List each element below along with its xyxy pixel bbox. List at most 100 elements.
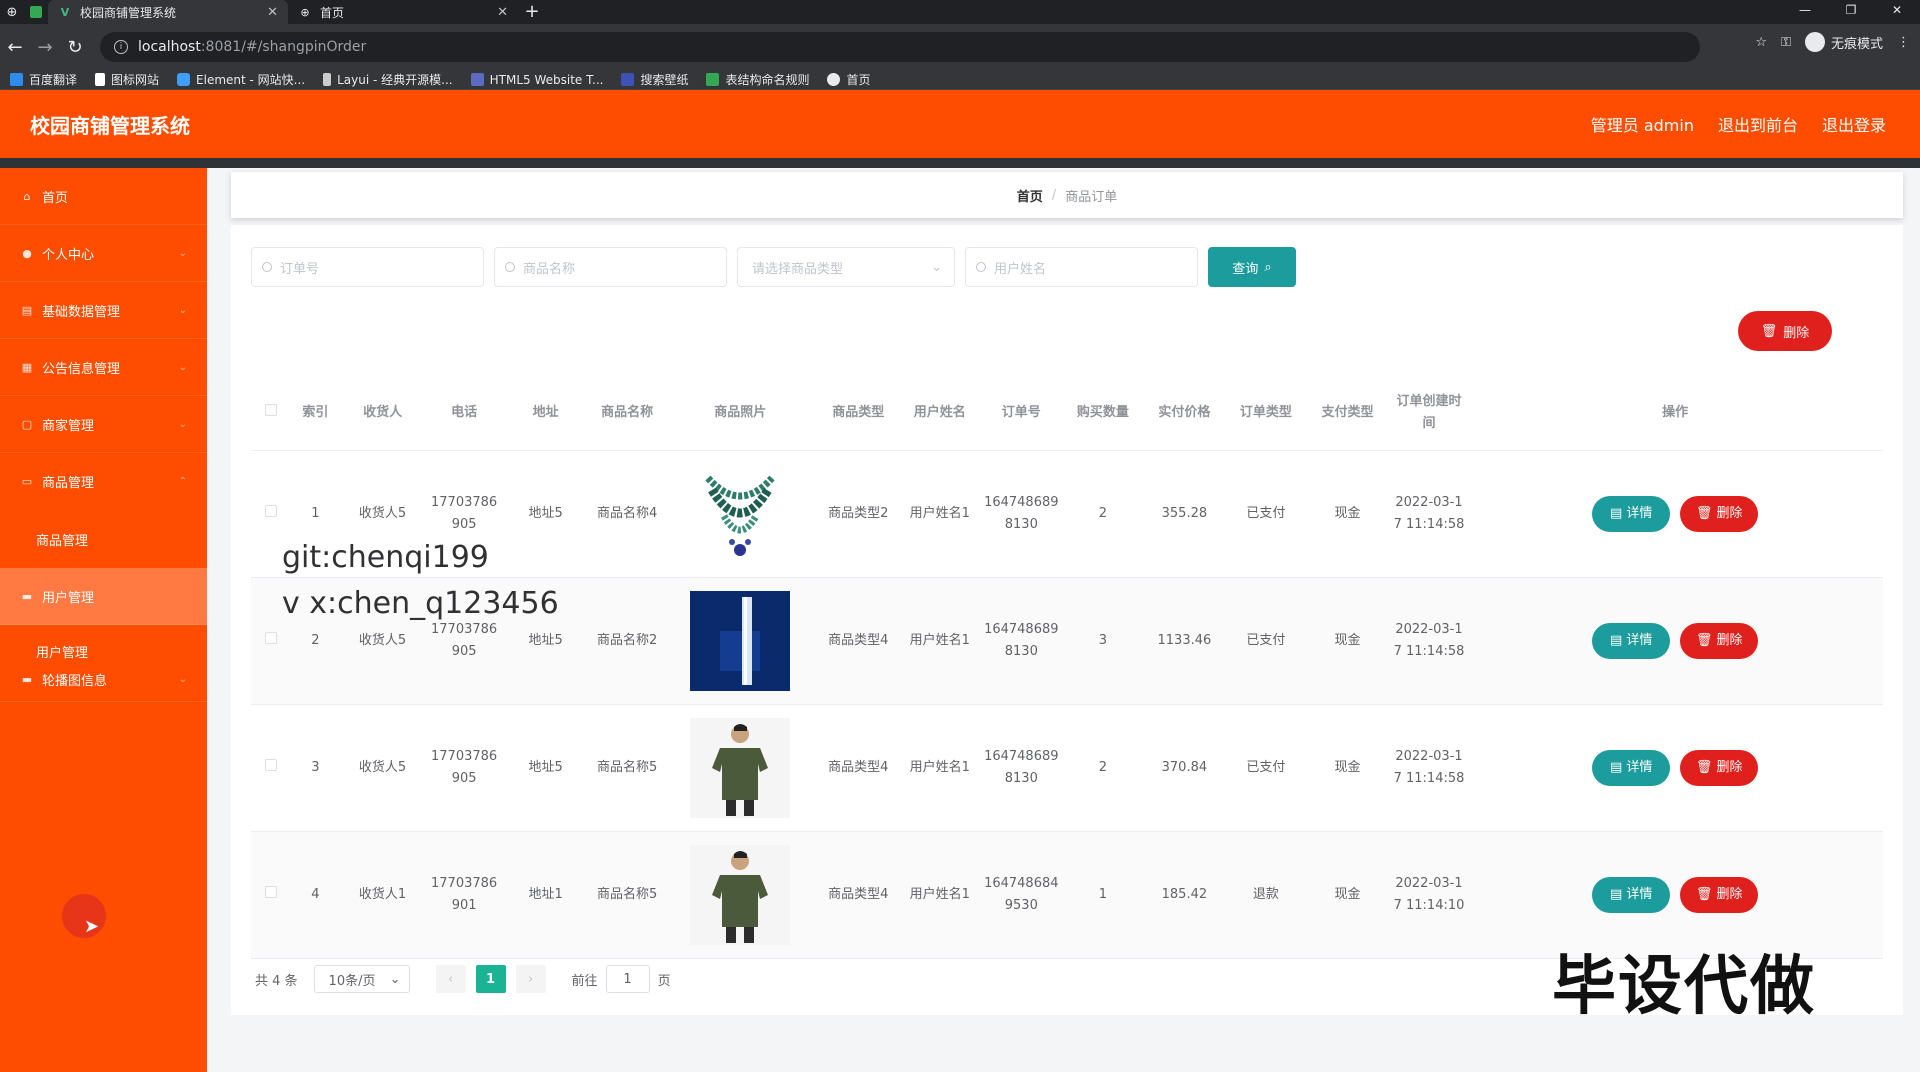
row-checkbox[interactable] [265,886,278,898]
bookmark-item[interactable]: 首页 [827,71,871,88]
sidebar-item-goods[interactable]: ▭ 商品管理 ⌃ [0,453,207,510]
detail-button[interactable]: ▤ 详情 [1592,877,1671,913]
order-no-input[interactable]: 订单号 [251,247,484,287]
sidebar-item-notice[interactable]: ▦ 公告信息管理 ⌄ [0,339,207,396]
select-all-checkbox[interactable] [265,403,278,416]
html5-icon [470,73,484,86]
breadcrumb-home[interactable]: 首页 [1017,186,1043,205]
incognito-indicator[interactable]: 无痕模式 [1804,32,1883,52]
next-page-button[interactable]: › [515,965,546,993]
trash-icon: 🗑 [1695,760,1713,775]
sidebar-item-carousel[interactable]: ▬ 轮播图信息 ⌄ [0,658,207,702]
app-header: 校园商铺管理系统 管理员 admin 退出到前台 退出登录 [0,90,1920,158]
chevron-down-icon: ⌄ [389,971,401,987]
tshirt-image[interactable] [690,845,791,945]
cell-pay-type: 现金 [1334,633,1361,648]
page-suffix: 页 [657,973,671,989]
users-icon: ▬ [21,589,33,603]
row-checkbox[interactable] [265,632,278,644]
delete-button[interactable]: 🗑 删除 [1680,877,1759,913]
goods-name-input[interactable]: 商品名称 [494,247,727,287]
close-icon[interactable]: ✕ [497,5,508,20]
goods-type-select[interactable]: 请选择商品类型 ⌄ [737,247,955,287]
batch-delete-button[interactable]: 🗑 删除 [1738,311,1832,351]
col-header: 商品类型 [832,404,885,420]
chevron-down-icon: ⌄ [178,418,187,430]
necklace-image[interactable] [690,464,790,564]
bookmark-label: Element - 网站快... [196,73,306,87]
cell-order-no: 1647486898130 [984,749,1059,786]
bookmark-item[interactable]: 图标网站 [95,71,159,88]
bookmark-item[interactable]: 搜索壁纸 [621,71,688,88]
table-row: 3 收货人5 17703786905 地址5 商品名称5 商品类型4 用户姓名1… [251,705,1883,832]
globe-icon[interactable]: ⊕ [0,0,24,24]
url-field[interactable]: i localhost:8081/#/shangpinOrder [100,32,1700,62]
bookmark-item[interactable]: 百度翻译 [10,71,77,88]
url-host: localhost [138,39,201,55]
forward-icon[interactable]: → [30,37,60,58]
search-form: 订单号 商品名称 请选择商品类型 ⌄ 用户姓名 查询 ⌕ [251,247,1296,287]
prev-page-button[interactable]: ‹ [435,965,466,993]
bookmark-item[interactable]: 表结构命名规则 [706,71,809,88]
info-icon[interactable]: i [114,40,128,54]
tab-active[interactable]: V 校园商铺管理系统 ✕ [48,0,288,24]
detail-button[interactable]: ▤ 详情 [1592,623,1671,659]
restore-icon[interactable]: ❐ [1828,0,1874,24]
delete-button[interactable]: 🗑 删除 [1680,750,1759,786]
logout-link[interactable]: 退出登录 [1822,112,1886,136]
sidebar-item-label: 公告信息管理 [42,361,121,377]
detail-button[interactable]: ▤ 详情 [1592,496,1671,532]
sidebar-subitem-users[interactable]: 用户管理 [0,625,207,661]
delete-button[interactable]: 🗑 删除 [1680,623,1759,659]
sidebar-item-merchant[interactable]: ▢ 商家管理 ⌄ [0,396,207,453]
trash-icon: 🗑 [1695,633,1713,648]
breadcrumb-current: 商品订单 [1065,189,1118,205]
back-to-front-link[interactable]: 退出到前台 [1718,112,1798,136]
minimize-icon[interactable]: — [1782,0,1828,24]
bookmark-item[interactable]: Element - 网站快... [177,71,305,88]
cell-order-no: 1647486849530 [984,876,1059,913]
back-icon[interactable]: ← [0,37,30,58]
page-number-current[interactable]: 1 [475,965,506,993]
tab-inactive[interactable]: ⊕ 首页 ✕ [288,0,518,24]
row-checkbox[interactable] [265,759,278,771]
sidebar-item-base-data[interactable]: ▤ 基础数据管理 ⌄ [0,282,207,339]
bookmark-label: 首页 [846,73,871,87]
reload-icon[interactable]: ↻ [60,37,90,58]
cell-pay-type: 现金 [1334,887,1361,902]
goto-label: 前往 [571,973,598,989]
key-icon[interactable]: ⚿ [1781,35,1791,50]
query-label: 查询 [1232,261,1259,277]
close-icon[interactable]: ✕ [267,5,278,20]
page-size-select[interactable]: 10条/页 ⌄ [313,965,410,993]
row-checkbox[interactable] [265,505,278,517]
detail-label: 详情 [1626,760,1653,775]
detail-label: 详情 [1626,506,1653,521]
menu-dots-icon[interactable]: ⋮ [1897,35,1910,50]
detail-button[interactable]: ▤ 详情 [1592,750,1671,786]
tshirt-image[interactable] [690,718,791,818]
serum-image[interactable] [690,591,791,691]
bookmark-label: 搜索壁纸 [640,73,689,87]
star-icon[interactable]: ☆ [1755,35,1767,50]
select-placeholder: 请选择商品类型 [752,261,844,277]
detail-label: 详情 [1626,633,1653,648]
sidebar-item-home[interactable]: ⌂ 首页 [0,168,207,225]
new-tab-button[interactable]: + [518,0,546,24]
query-button[interactable]: 查询 ⌕ [1208,247,1296,287]
close-window-icon[interactable]: ✕ [1874,0,1920,24]
sidebar-item-users[interactable]: ▬ 用户管理 [0,568,207,625]
bookmark-item[interactable]: HTML5 Website T... [470,73,603,87]
cell-photo [666,718,816,818]
cell-created: 2022-03-17 11:14:58 [1393,495,1465,532]
trash-icon: 🗑 [1760,323,1778,339]
sidebar-subitem-goods[interactable]: 商品管理 [0,510,207,568]
cell-qty: 3 [1098,633,1107,648]
bookmark-item[interactable]: Layui - 经典开源模... [323,71,453,88]
user-name-input[interactable]: 用户姓名 [965,247,1198,287]
delete-button[interactable]: 🗑 删除 [1680,496,1759,532]
cell-order-no: 1647486898130 [984,495,1059,532]
goto-page-input[interactable]: 1 [605,965,650,993]
sidebar-item-profile[interactable]: ● 个人中心 ⌄ [0,225,207,282]
notice-icon: ▦ [21,360,33,374]
